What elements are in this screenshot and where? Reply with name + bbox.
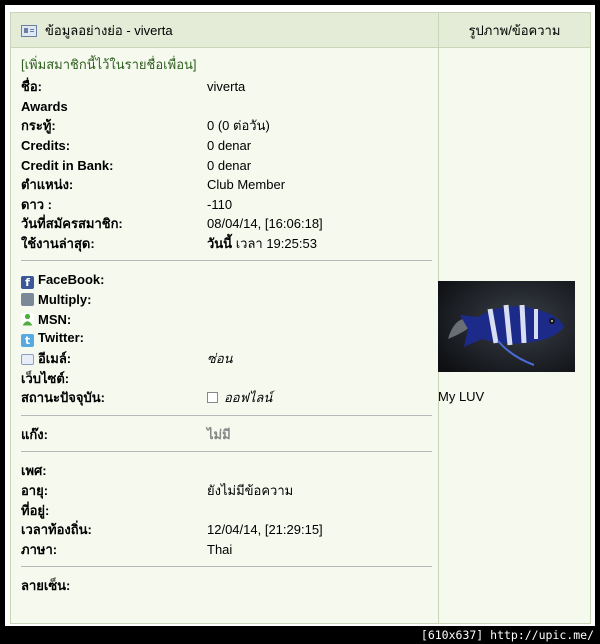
divider <box>21 260 432 262</box>
image-size-watermark: [610x637] http://upic.me/ <box>420 628 594 642</box>
gender-row: เพศ: <box>21 463 47 479</box>
email-icon[interactable] <box>21 354 34 366</box>
profile-details: [เพิ่มสมาชิกนี้ไว้ในรายชื่อเพื่อน] ชื่อ:… <box>10 47 439 624</box>
signature-row: ลายเซ็น: <box>21 578 71 594</box>
add-friend-link[interactable]: [เพิ่มสมาชิกนี้ไว้ในรายชื่อเพื่อน] <box>21 54 432 75</box>
msn-row[interactable]: MSN: <box>21 310 432 330</box>
avatar-header: รูปภาพ/ข้อความ <box>438 12 591 48</box>
profile-card-icon <box>21 25 37 38</box>
credits-row: Credits: 0 denar <box>21 138 252 154</box>
avatar-caption: My LUV <box>438 389 485 404</box>
age-row: อายุ: ยังไม่มีข้อความ <box>21 482 294 498</box>
local-time-row: เวลาท้องถิ่น: 12/04/14, [21:29:15] <box>21 522 323 538</box>
language-row: ภาษา: Thai <box>21 541 233 557</box>
joined-row: วันที่สมัครสมาชิก: 08/04/14, [16:06:18] <box>21 216 323 232</box>
profile-header: ข้อมูลอย่างย่อ - viverta <box>10 12 439 48</box>
divider <box>21 566 432 568</box>
divider <box>21 414 432 416</box>
location-row: ที่อยู่: <box>21 502 50 518</box>
profile-title: ข้อมูลอย่างย่อ - viverta <box>45 22 173 38</box>
last-active-row: ใช้งานล่าสุด: วันนี้ เวลา 19:25:53 <box>21 236 317 252</box>
email-row: อีเมล์: ซ่อน <box>21 349 432 369</box>
bank-row: Credit in Bank: 0 denar <box>21 157 252 173</box>
divider <box>21 451 432 453</box>
posts-row: กระทู้: 0 (0 ต่อวัน) <box>21 118 270 134</box>
gang-row: แก๊ง: ไม่มี <box>21 426 231 442</box>
status-checkbox-icon <box>207 392 218 404</box>
avatar-image <box>438 281 575 372</box>
position-row: ตำแหน่ง: Club Member <box>21 177 286 193</box>
twitter-row[interactable]: t Twitter: <box>21 329 432 349</box>
status-row: สถานะปัจจุบัน: ออฟไลน์ <box>21 390 273 406</box>
profile-window: ข้อมูลอย่างย่อ - viverta รูปภาพ/ข้อความ … <box>5 5 595 626</box>
twitter-icon: t <box>21 334 34 348</box>
facebook-row[interactable]: f FaceBook: <box>21 270 432 290</box>
website-row: เว็บไซต์: <box>21 370 70 386</box>
stars-row: ดาว : -110 <box>21 196 233 212</box>
multiply-row[interactable]: Multiply: <box>21 290 432 310</box>
multiply-icon <box>21 293 34 307</box>
awards-row: Awards <box>21 98 68 114</box>
msn-icon <box>21 312 34 326</box>
username: viverta <box>207 79 246 95</box>
facebook-icon: f <box>21 275 34 289</box>
name-row: ชื่อ: viverta <box>21 77 432 97</box>
